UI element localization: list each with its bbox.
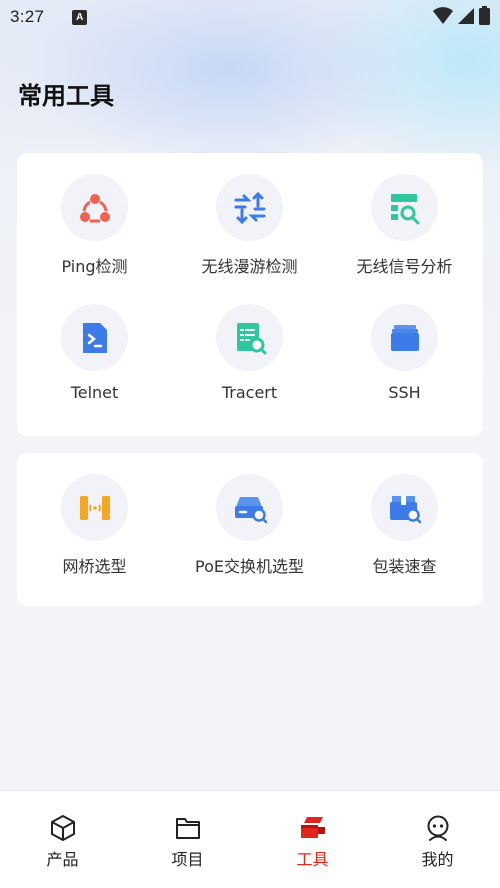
tab-label: 项目 — [171, 850, 204, 869]
bridge-icon — [79, 495, 110, 520]
tab-label: 产品 — [46, 850, 79, 869]
cell-signal-icon — [458, 7, 474, 24]
tab-products[interactable]: 产品 — [0, 791, 125, 871]
tool-label: Telnet — [70, 383, 119, 402]
tool-wireless-roaming[interactable]: 无线漫游检测 — [172, 174, 327, 277]
tool-wireless-signal[interactable]: 无线信号分析 — [327, 174, 482, 277]
tool-label: 无线漫游检测 — [201, 257, 298, 276]
package-search-icon — [389, 495, 421, 523]
tab-projects[interactable]: 项目 — [125, 791, 250, 871]
roaming-arrows-icon — [234, 191, 265, 224]
app-notification-icon: A — [72, 9, 88, 25]
tool-poe-switch-selection[interactable]: PoE交换机选型 — [172, 474, 327, 577]
share-nodes-icon — [79, 193, 110, 222]
tool-label: 包装速查 — [372, 557, 437, 576]
tool-label: SSH — [388, 383, 421, 402]
tool-label: 网桥选型 — [62, 557, 127, 576]
tool-tracert[interactable]: Tracert — [172, 304, 327, 402]
tool-telnet[interactable]: Telnet — [17, 304, 172, 402]
wifi-icon — [433, 6, 453, 24]
profile-icon — [427, 815, 448, 841]
tools-card-selection: 网桥选型 PoE交换机选型 包装速查 — [17, 453, 483, 606]
tab-tools[interactable]: 工具 — [250, 791, 375, 871]
switch-search-icon — [234, 496, 267, 523]
tool-package-lookup[interactable]: 包装速查 — [327, 474, 482, 577]
tool-label: PoE交换机选型 — [195, 557, 304, 576]
bottom-tab-bar: 产品 项目 工具 我的 — [0, 790, 500, 888]
page-title: 常用工具 — [18, 82, 114, 110]
tool-label: Ping检测 — [61, 257, 128, 276]
folder-stack-icon — [390, 324, 419, 351]
battery-icon — [479, 6, 490, 25]
tool-bridge-selection[interactable]: 网桥选型 — [17, 474, 172, 577]
folder-icon — [175, 818, 200, 839]
tools-card-network: Ping检测 无线漫游检测 无线信号分析 Telnet Tracert SSH — [17, 153, 483, 436]
tool-label: 无线信号分析 — [356, 257, 453, 276]
status-indicators — [433, 6, 490, 25]
tab-mine[interactable]: 我的 — [375, 791, 500, 871]
tool-label: Tracert — [221, 383, 278, 402]
cube-icon — [50, 815, 75, 841]
tool-ssh[interactable]: SSH — [327, 304, 482, 402]
tab-label: 工具 — [296, 850, 329, 869]
signal-analysis-icon — [390, 193, 419, 224]
status-bar: 3:27 A — [0, 0, 500, 34]
tool-ping[interactable]: Ping检测 — [17, 174, 172, 277]
tools-icon — [300, 817, 325, 838]
status-time: 3:27 — [10, 7, 45, 26]
tab-label: 我的 — [421, 850, 454, 869]
terminal-file-icon — [82, 322, 107, 353]
trace-document-icon — [236, 322, 266, 354]
